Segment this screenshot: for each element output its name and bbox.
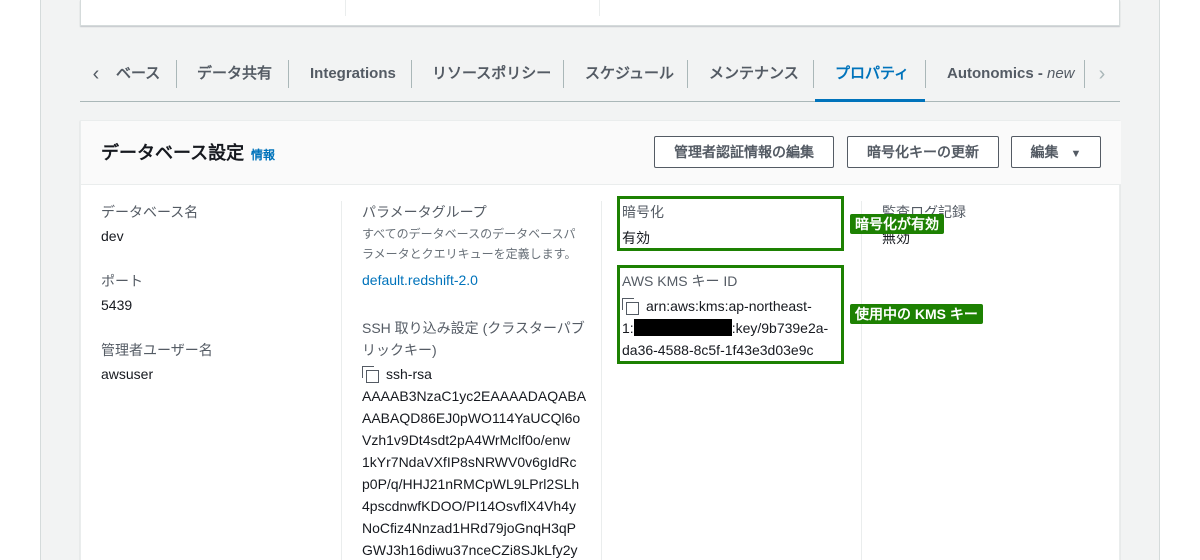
tab-autonomics-label: Autonomics - [947,65,1047,82]
ssh-key-line: p0P/q/HHJ21nRMCpWL9LPrl2SLh [362,476,580,492]
ssh-key-line: AABAQD86EJ0pWO114YaUCQl6o [362,410,581,426]
encryption-enabled-callout: 暗号化が有効 [850,214,944,234]
tab-separator [687,60,688,88]
tab-integrations[interactable]: Integrations [310,60,396,88]
info-link[interactable]: 情報 [251,146,275,163]
ssh-key-line: 1kYr7NdaVXfIP8sNRWV0v6gIdRc [362,454,577,470]
parameter-group-link[interactable]: default.redshift-2.0 [362,272,478,288]
top-summary-card [80,0,1120,26]
edit-admin-credentials-button[interactable]: 管理者認証情報の編集 [654,136,834,168]
tab-schedule[interactable]: スケジュール [585,60,674,88]
tab-separator [288,60,289,88]
ssh-key-line: ssh-rsa [362,363,586,385]
db-name-label: データベース名 [101,204,199,220]
edit-dropdown-button[interactable]: 編集 ▼ [1011,136,1101,168]
tab-separator [411,60,412,88]
panel-title: データベース設定 [101,143,245,163]
db-name-value: dev [101,228,124,244]
column-divider [861,201,862,560]
parameter-group-desc-line: ラメータとクエリキューを定義します。 [362,247,577,261]
rotate-encryption-key-button[interactable]: 暗号化キーの更新 [847,136,999,168]
tab-autonomics[interactable]: Autonomics - new [947,60,1075,88]
ssh-key-line: GWJ3h16diwu37nceCZi8SJkLfy2y [362,542,578,558]
ssh-public-key: ssh-rsa AAAAB3NzaC1yc2EAAAADAQABA AABAQD… [362,363,586,560]
column-divider [601,201,602,560]
tab-properties[interactable]: プロパティ [835,60,909,88]
column-divider [345,0,346,16]
ssh-key-type: ssh-rsa [386,366,432,382]
tab-separator [925,60,926,88]
ssh-key-line: Vzh1v9Dt4sdt2pA4WrMclf0o/enw [362,432,571,448]
admin-user-value: awsuser [101,366,154,382]
tab-separator [563,60,564,88]
kms-key-in-use-callout: 使用中の KMS キー [850,304,983,324]
tab-resource-policy[interactable]: リソースポリシー [432,60,551,88]
kms-key-highlight-box [617,265,844,364]
encryption-highlight-box [617,196,844,251]
ssh-label-line: SSH 取り込み設定 (クラスターパブ [362,320,585,336]
ssh-label-line: リックキー) [362,342,437,358]
parameter-group-desc-line: すべてのデータベースのデータベースパ [362,227,576,241]
caret-down-icon: ▼ [1070,148,1082,160]
tab-separator [1084,60,1085,88]
tab-separator [176,60,177,88]
column-divider [599,0,600,16]
port-label: ポート [101,273,143,289]
tab-database[interactable]: ベース [116,60,160,88]
tab-datashare[interactable]: データ共有 [197,60,272,88]
ssh-key-line: NoCfiz4Nnzad1HRd79joGnqH3qP [362,520,577,536]
ssh-key-line: AAAAB3NzaC1yc2EAAAADAQABA [362,388,587,404]
ssh-label: SSH 取り込み設定 (クラスターパブ リックキー) [362,317,585,361]
parameter-group-description: すべてのデータベースのデータベースパ ラメータとクエリキューを定義します。 [362,224,582,264]
tab-bar: ‹ ベース データ共有 Integrations リソースポリシー スケジュール… [80,46,1120,102]
database-settings-panel: データベース設定 情報 管理者認証情報の編集 暗号化キーの更新 編集 ▼ データベ… [80,120,1121,560]
admin-user-label: 管理者ユーザー名 [101,342,213,358]
chevron-left-icon[interactable]: ‹ [84,62,108,86]
copy-icon[interactable] [362,366,379,383]
column-divider [341,201,342,560]
parameter-group-label: パラメータグループ [362,204,487,220]
panel-header: データベース設定 情報 管理者認証情報の編集 暗号化キーの更新 編集 ▼ [81,121,1121,185]
ssh-key-line: 4pscdnwfKDOO/PI14OsvflX4Vh4y [362,498,576,514]
tab-separator [813,60,814,88]
chevron-right-icon[interactable]: › [1090,62,1114,86]
active-tab-indicator [815,99,925,102]
edit-button-label: 編集 [1030,144,1059,160]
new-badge: new [1047,65,1075,82]
tab-maintenance[interactable]: メンテナンス [709,60,799,88]
port-value: 5439 [101,297,133,313]
